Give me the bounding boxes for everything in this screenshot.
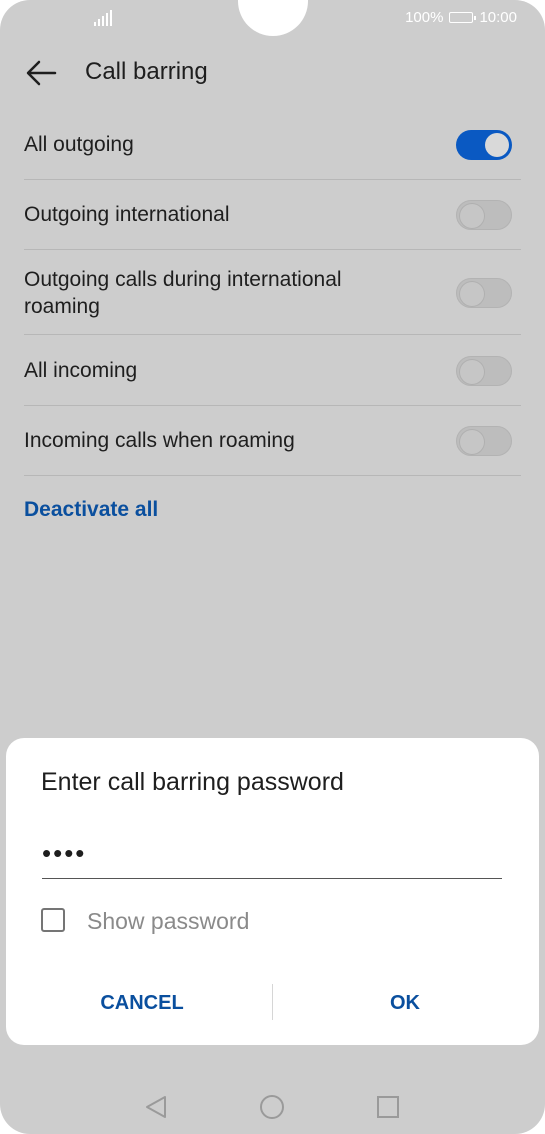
dialog-title: Enter call barring password [41, 768, 344, 796]
setting-row-outgoing-international[interactable]: Outgoing international [24, 180, 521, 250]
setting-row-all-incoming[interactable]: All incoming [24, 335, 521, 406]
back-arrow-icon[interactable] [24, 56, 58, 90]
page-title: Call barring [85, 58, 208, 85]
setting-label: Outgoing international [24, 203, 230, 226]
password-dialog: Enter call barring password •••• Show pa… [6, 738, 539, 1045]
navigation-bar [0, 1080, 545, 1134]
setting-label: Incoming calls when roaming [24, 429, 295, 452]
deactivate-all-link[interactable]: Deactivate all [24, 498, 158, 522]
toggle-switch[interactable] [456, 356, 512, 386]
status-right: 100% 10:00 [405, 9, 517, 26]
signal-icon [94, 10, 112, 26]
home-circle-icon[interactable] [257, 1092, 287, 1122]
setting-label: Outgoing calls during international roam… [24, 268, 342, 318]
app-bar: Call barring [0, 38, 545, 108]
battery-percent: 100% [405, 9, 444, 26]
toggle-switch[interactable] [456, 130, 512, 160]
cancel-button[interactable]: CANCEL [9, 978, 275, 1028]
setting-label: All outgoing [24, 133, 134, 156]
toggle-switch[interactable] [456, 200, 512, 230]
password-underline [42, 878, 502, 879]
status-bar: 100% 10:00 [0, 0, 545, 38]
show-password-label[interactable]: Show password [87, 908, 249, 935]
show-password-checkbox[interactable] [41, 908, 65, 932]
setting-row-all-outgoing[interactable]: All outgoing [24, 110, 521, 180]
clock: 10:00 [479, 9, 517, 26]
call-barring-list: All outgoing Outgoing international Outg… [0, 110, 545, 476]
toggle-switch[interactable] [456, 278, 512, 308]
recents-square-icon[interactable] [373, 1092, 403, 1122]
camera-notch [238, 0, 308, 36]
setting-label: All incoming [24, 359, 138, 382]
toggle-switch[interactable] [456, 426, 512, 456]
battery-icon [449, 12, 477, 23]
ok-button[interactable]: OK [272, 978, 538, 1028]
password-field[interactable]: •••• [42, 838, 86, 869]
phone-screen: 100% 10:00 Call barring All outgoing Out… [0, 0, 545, 1134]
setting-row-outgoing-intl-roaming[interactable]: Outgoing calls during international roam… [24, 250, 521, 335]
back-triangle-icon[interactable] [141, 1092, 171, 1122]
setting-row-incoming-roaming[interactable]: Incoming calls when roaming [24, 406, 521, 476]
